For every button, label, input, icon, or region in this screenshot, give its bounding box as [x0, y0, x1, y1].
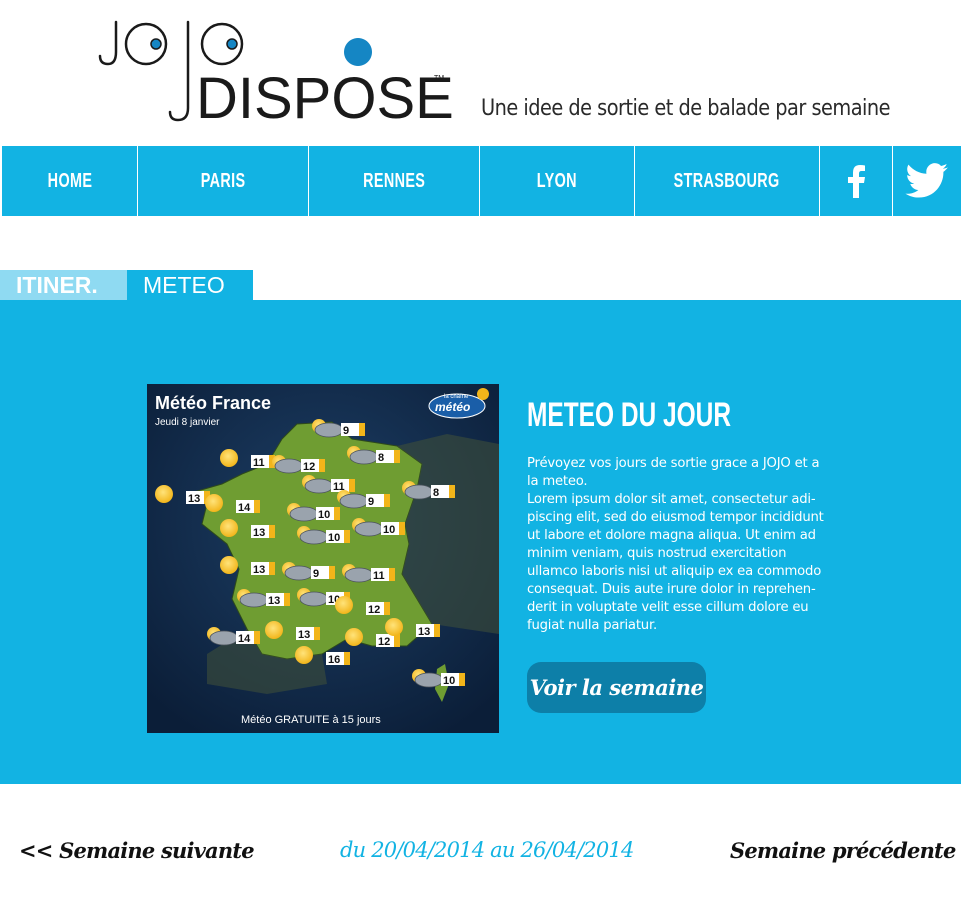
section-paragraph-1: Prévoyez vos jours de sortie grace a JOJ… — [527, 456, 820, 489]
sun-icon — [385, 618, 403, 636]
section-title: METEO DU JOUR — [527, 396, 732, 434]
channel-label: météo — [435, 400, 470, 414]
nav-strasbourg-label: STRASBOURG — [673, 169, 780, 192]
temp-value: 12 — [378, 636, 390, 648]
temp-value: 9 — [313, 568, 319, 580]
map-date: Jeudi 8 janvier — [155, 417, 220, 428]
sun-icon — [205, 494, 223, 512]
temp-value: 10 — [328, 532, 340, 544]
section-body: Prévoyez vos jours de sortie grace a JOJ… — [527, 455, 827, 635]
temp-value: 13 — [298, 629, 310, 641]
temp-value: 13 — [253, 564, 265, 576]
temp-value: 14 — [238, 502, 251, 514]
logo-dispose-text: DISPOSE — [196, 66, 454, 130]
temp-value: 10 — [318, 509, 330, 521]
temp-value: 12 — [303, 461, 315, 473]
temp-value: 13 — [253, 527, 265, 539]
temp-value: 9 — [343, 425, 349, 437]
map-footer: Météo GRATUITE à 15 jours — [241, 714, 381, 726]
temp-value: 9 — [368, 496, 374, 508]
temp-value: 13 — [188, 493, 200, 505]
sun-icon — [335, 596, 353, 614]
nav-paris-label: PARIS — [200, 169, 246, 192]
map-title: Météo France — [155, 393, 271, 413]
semaine-precedente-link[interactable]: Semaine précédente >> — [730, 838, 961, 863]
sun-icon — [220, 556, 238, 574]
nav-rennes[interactable]: RENNES — [309, 146, 480, 216]
main-nav: HOME PARIS RENNES LYON STRASBOURG — [2, 146, 961, 216]
nav-strasbourg[interactable]: STRASBOURG — [635, 146, 820, 216]
sun-icon — [265, 621, 283, 639]
facebook-icon — [848, 165, 865, 198]
meteo-france-map-image: Météo France Jeudi 8 janvier la chaîne m… — [147, 384, 499, 733]
temp-value: 14 — [238, 633, 251, 645]
temp-value: 13 — [268, 595, 280, 607]
voir-la-semaine-button[interactable]: Voir la semaine — [527, 662, 706, 713]
sun-icon — [220, 519, 238, 537]
temp-value: 8 — [433, 487, 439, 499]
section-paragraph-2: Lorem ipsum dolor sit amet, consectetur … — [527, 492, 824, 633]
twitter-icon — [905, 163, 948, 198]
temp-value: 13 — [418, 626, 430, 638]
temp-value: 12 — [368, 604, 380, 616]
sun-icon — [220, 449, 238, 467]
temp-value: 10 — [383, 524, 395, 536]
temp-value: 10 — [443, 675, 455, 687]
tab-itiner[interactable]: ITINER. — [0, 270, 127, 300]
date-range: du 20/04/2014 au 26/04/2014 — [340, 838, 634, 862]
jojo-dispose-logo[interactable]: DISPOSE TM — [96, 8, 456, 131]
sun-icon — [155, 485, 173, 503]
nav-lyon-label: LYON — [536, 169, 578, 192]
logo-graphic: DISPOSE TM — [98, 20, 454, 131]
temp-value: 11 — [373, 570, 385, 582]
temp-value: 11 — [253, 457, 265, 469]
twitter-button[interactable] — [893, 146, 961, 216]
semaine-suivante-link[interactable]: << Semaine suivante — [19, 838, 255, 863]
sun-icon — [295, 646, 313, 664]
nav-lyon[interactable]: LYON — [480, 146, 635, 216]
tab-meteo[interactable]: METEO — [127, 270, 253, 300]
nav-paris[interactable]: PARIS — [138, 146, 309, 216]
sun-icon — [345, 628, 363, 646]
nav-rennes-label: RENNES — [362, 169, 426, 192]
trademark: TM — [434, 75, 444, 82]
facebook-button[interactable] — [820, 146, 893, 216]
nav-home[interactable]: HOME — [2, 146, 138, 216]
nav-home-label: HOME — [47, 169, 92, 192]
temp-value: 16 — [328, 654, 340, 666]
tagline: Une idee de sortie et de balade par sema… — [481, 96, 891, 121]
weather-map-graphic: Météo France Jeudi 8 janvier la chaîne m… — [147, 384, 499, 733]
temp-value: 8 — [378, 452, 384, 464]
